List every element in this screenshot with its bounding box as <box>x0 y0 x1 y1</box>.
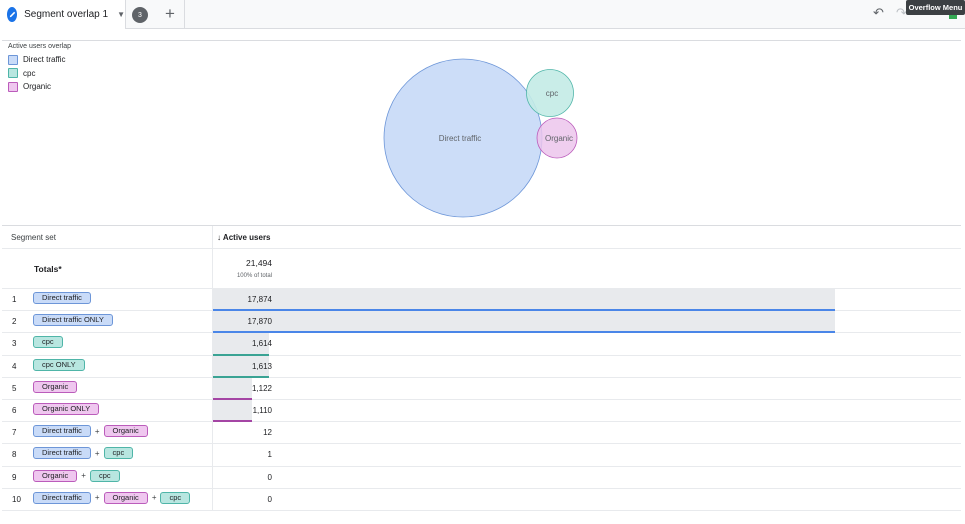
row-number: 1 <box>12 295 17 304</box>
plus-separator: + <box>151 493 157 503</box>
active-users-value: 12 <box>263 428 272 438</box>
table-row[interactable]: 4 cpc ONLY 1,613 <box>2 355 961 378</box>
segment-set-header[interactable]: Segment set <box>11 233 56 242</box>
row-number: 5 <box>12 383 17 393</box>
active-users-value: 17,874 <box>247 295 272 304</box>
plus-separator: + <box>94 426 100 436</box>
totals-value: 21,494 <box>246 258 272 268</box>
table-row[interactable]: 1 Direct traffic 17,874 <box>2 289 961 312</box>
top-toolbar: Segment overlap 1 ▼ 3 + ↶ ↷ Overflow Men… <box>0 0 965 29</box>
table-row[interactable]: 7 Direct traffic + Organic 12 <box>2 422 961 445</box>
venn-diagram: Direct traffic cpc Organic <box>383 58 578 218</box>
segment-column-cell: 2 Direct traffic ONLY <box>2 311 213 333</box>
row-number: 6 <box>12 406 17 415</box>
active-users-value: 0 <box>267 494 272 504</box>
segment-chips: Organic + cpc <box>33 469 120 482</box>
segment-chip-cpc[interactable]: cpc <box>33 336 63 349</box>
row-number: 8 <box>12 450 17 460</box>
segment-column-cell: 5 Organic <box>2 377 213 399</box>
segment-chip-organic[interactable]: Organic <box>33 380 78 393</box>
segment-column-cell: 8 Direct traffic + cpc <box>2 444 213 466</box>
tab-count-badge[interactable]: 3 <box>132 7 148 23</box>
segment-chip-direct[interactable]: Direct traffic ONLY <box>33 314 113 327</box>
segment-chips: Direct traffic + Organic + cpc <box>33 491 191 504</box>
plus-separator: + <box>81 471 86 481</box>
active-users-value: 17,870 <box>247 317 272 327</box>
undo-icon[interactable]: ↶ <box>873 5 884 21</box>
plus-separator: + <box>94 448 100 458</box>
add-tab-button[interactable]: + <box>159 3 181 25</box>
active-users-value: 1,122 <box>251 383 272 393</box>
row-number: 3 <box>12 339 17 349</box>
row-number: 9 <box>12 472 17 482</box>
table-row[interactable]: 3 cpc 1,614 <box>2 333 961 356</box>
toolbar-divider <box>184 0 185 29</box>
segment-column-cell: Totals* <box>2 249 213 288</box>
table-header-row: Segment set ↓ Active users <box>2 226 961 249</box>
segment-column-cell: 9 Organic + cpc <box>2 466 213 488</box>
segment-chip-organic[interactable]: Organic <box>33 469 78 482</box>
segment-column-cell: 6 Organic ONLY <box>2 400 213 422</box>
segment-chips: cpc <box>33 336 63 349</box>
segment-chips: Organic ONLY <box>33 403 100 415</box>
segment-chips: Direct traffic + Organic <box>33 425 148 438</box>
table-row[interactable]: 8 Direct traffic + cpc 1 <box>2 444 961 467</box>
table-row[interactable]: 2 Direct traffic ONLY 17,870 <box>2 311 961 334</box>
segment-chip-organic[interactable]: Organic <box>103 491 148 504</box>
segment-column-cell: 1 Direct traffic <box>2 289 213 311</box>
active-users-value: 1,613 <box>251 361 272 371</box>
segment-column-cell: 4 cpc ONLY <box>2 355 213 377</box>
pencil-icon[interactable] <box>7 7 18 22</box>
segment-chips: Direct traffic + cpc <box>33 447 134 460</box>
row-number: 4 <box>12 361 17 371</box>
segment-column-cell: 7 Direct traffic + Organic <box>2 422 213 444</box>
table-row[interactable]: 5 Organic 1,122 <box>2 377 961 400</box>
chevron-down-icon[interactable]: ▼ <box>117 10 125 19</box>
segment-chip-direct[interactable]: Direct traffic <box>33 491 91 504</box>
active-users-value: 1,110 <box>252 406 272 415</box>
segment-chip-direct[interactable]: Direct traffic <box>33 425 91 438</box>
segment-chip-cpc[interactable]: cpc ONLY <box>33 358 85 371</box>
totals-percent: 100% of total <box>236 273 272 279</box>
segment-chips: Direct traffic ONLY <box>33 314 113 327</box>
table-row[interactable]: 9 Organic + cpc 0 <box>2 466 961 489</box>
row-number: 10 <box>12 494 21 504</box>
table-row[interactable]: 10 Direct traffic + Organic + cpc 0 <box>2 488 961 511</box>
segment-chip-direct[interactable]: Direct traffic <box>33 447 91 460</box>
venn-label-cpc: cpc <box>546 89 558 98</box>
segment-chip-organic[interactable]: Organic <box>103 425 148 438</box>
totals-label: Totals* <box>34 264 62 274</box>
row-number: 7 <box>12 428 17 438</box>
active-users-value: 0 <box>267 472 272 482</box>
tab-segment-overlap[interactable]: Segment overlap 1 ▼ <box>0 0 126 29</box>
segment-chips: cpc ONLY <box>33 358 85 371</box>
active-users-value: 1,614 <box>251 339 272 349</box>
venn-label-organic: Organic <box>545 134 573 143</box>
segment-chip-cpc[interactable]: cpc <box>89 469 120 482</box>
row-number: 2 <box>12 317 17 327</box>
active-users-header[interactable]: ↓ Active users <box>217 233 271 242</box>
totals-row: Totals* 21,494 100% of total <box>2 249 961 289</box>
value-bar <box>213 289 836 311</box>
active-users-value: 1 <box>267 450 272 460</box>
segment-chip-cpc[interactable]: cpc <box>160 491 191 504</box>
segment-chip-cpc[interactable]: cpc <box>103 447 134 460</box>
segment-column-cell: 3 cpc <box>2 333 213 355</box>
overflow-menu-tooltip: Overflow Menu <box>906 0 965 15</box>
segment-chips: Direct traffic <box>33 292 91 304</box>
segment-column-cell: Segment set <box>2 226 213 248</box>
tab-label: Segment overlap 1 <box>24 9 109 20</box>
segment-chips: Organic <box>33 380 78 393</box>
segment-chip-direct[interactable]: Direct traffic <box>33 292 91 304</box>
venn-chart-panel: Active users overlap Direct traffic cpc … <box>2 40 961 226</box>
venn-label-direct: Direct traffic <box>439 134 482 143</box>
segment-column-cell: 10 Direct traffic + Organic + cpc <box>2 488 213 510</box>
table-row[interactable]: 6 Organic ONLY 1,110 <box>2 400 961 423</box>
value-bar <box>213 311 835 333</box>
segment-chip-organic[interactable]: Organic ONLY <box>33 403 100 415</box>
plus-separator: + <box>94 493 100 503</box>
